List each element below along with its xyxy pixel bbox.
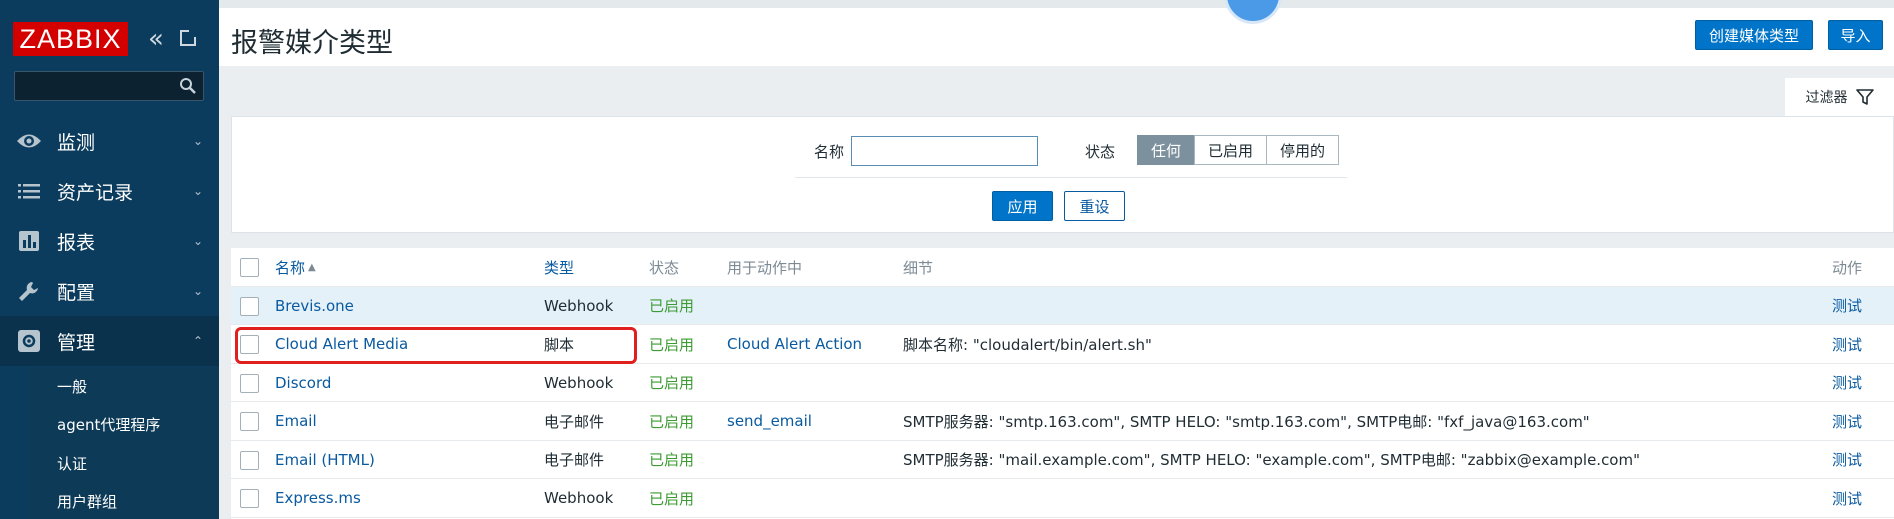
chevron-down-icon: ⌄ xyxy=(192,234,203,248)
media-type-details: SMTP服务器: "mail.example.com", SMTP HELO: … xyxy=(903,451,1640,469)
row-checkbox[interactable] xyxy=(240,450,259,470)
media-type-name-link[interactable]: Email xyxy=(275,402,317,440)
media-type-name-link[interactable]: Brevis.one xyxy=(275,287,354,325)
gear-icon xyxy=(15,329,43,353)
filter-divider xyxy=(795,177,1347,178)
sidebar-search-input[interactable] xyxy=(14,71,204,101)
filter-tab-label: 过滤器 xyxy=(1805,90,1848,106)
status-option-any[interactable]: 任何 xyxy=(1137,135,1196,165)
column-header-action: 动作 xyxy=(1832,258,1863,277)
import-button[interactable]: 导入 xyxy=(1828,20,1883,50)
kiosk-mode-icon[interactable] xyxy=(180,30,196,46)
status-segmented-control: 任何 已启用 停用的 xyxy=(1137,135,1340,165)
media-type-name-link[interactable]: Email (HTML) xyxy=(275,441,375,479)
media-type-type: Webhook xyxy=(544,489,614,507)
used-in-action-link[interactable]: send_email xyxy=(727,402,812,440)
chevron-down-icon: ⌄ xyxy=(192,284,203,298)
list-icon xyxy=(15,179,43,203)
name-filter-label: 名称 xyxy=(814,143,845,161)
highlight-annotation-box xyxy=(235,327,637,364)
sort-ascending-icon: ▲ xyxy=(308,261,316,273)
submenu-item-authentication[interactable]: 认证 xyxy=(30,444,219,483)
nav-item-monitoring[interactable]: 监测 ⌄ xyxy=(0,116,219,166)
apply-button[interactable]: 应用 xyxy=(992,191,1053,221)
row-checkbox[interactable] xyxy=(240,489,259,508)
nav-label: 管理 xyxy=(57,331,96,354)
test-link[interactable]: 测试 xyxy=(1832,441,1862,479)
test-link[interactable]: 测试 xyxy=(1832,287,1862,325)
nav-item-configuration[interactable]: 配置 ⌄ xyxy=(0,266,219,316)
test-link[interactable]: 测试 xyxy=(1832,479,1862,517)
status-option-disabled[interactable]: 停用的 xyxy=(1266,135,1340,165)
submenu-item-user-groups[interactable]: 用户群组 xyxy=(30,483,219,519)
name-filter-input[interactable] xyxy=(851,136,1038,166)
submenu-item-general[interactable]: 一般 xyxy=(30,367,219,406)
page-title: 报警媒介类型 xyxy=(231,28,393,59)
row-checkbox[interactable] xyxy=(240,412,259,431)
nav-label: 资产记录 xyxy=(57,181,134,204)
table-row: Discord Webhook 已启用 测试 xyxy=(231,364,1894,402)
column-header-used-in-actions: 用于动作中 xyxy=(727,258,803,277)
page-header: 报警媒介类型 创建媒体类型 导入 xyxy=(219,0,1894,66)
status-option-enabled[interactable]: 已启用 xyxy=(1194,135,1268,165)
bar-chart-icon xyxy=(15,229,43,253)
chevron-up-icon: ⌃ xyxy=(192,334,203,348)
status-toggle-link[interactable]: 已启用 xyxy=(649,325,694,363)
table-row: Email (HTML) 电子邮件 已启用 SMTP服务器: "mail.exa… xyxy=(231,441,1894,479)
column-header-details: 细节 xyxy=(903,258,934,277)
zabbix-logo[interactable]: ZABBIX xyxy=(13,22,128,56)
filter-icon xyxy=(1855,89,1874,105)
nav-item-administration[interactable]: 管理 ⌃ xyxy=(0,316,219,366)
media-type-type: 电子邮件 xyxy=(544,451,605,469)
table-header-row: 名称 ▲ 类型 状态 用于动作中 细节 动作 xyxy=(231,248,1894,287)
chevron-down-icon: ⌄ xyxy=(192,134,203,148)
administration-submenu: 一般 agent代理程序 认证 用户群组 xyxy=(30,367,219,519)
status-toggle-link[interactable]: 已启用 xyxy=(649,402,694,440)
column-header-status: 状态 xyxy=(649,258,680,277)
media-type-details: 脚本名称: "cloudalert/bin/alert.sh" xyxy=(903,335,1152,354)
submenu-item-agent-proxies[interactable]: agent代理程序 xyxy=(30,406,219,445)
nav-label: 监测 xyxy=(57,131,96,154)
main-content: 报警媒介类型 创建媒体类型 导入 过滤器 名称 状态 任何 已启用 停用的 应用… xyxy=(219,0,1894,519)
used-in-action-link[interactable]: Cloud Alert Action xyxy=(727,325,862,363)
filter-tab[interactable]: 过滤器 xyxy=(1785,78,1894,116)
status-toggle-link[interactable]: 已启用 xyxy=(649,287,694,325)
table-row: Brevis.one Webhook 已启用 测试 xyxy=(231,286,1894,325)
nav-label: 报表 xyxy=(57,231,96,254)
table-row: Email 电子邮件 已启用 send_email SMTP服务器: "smtp… xyxy=(231,402,1894,441)
media-type-type: 电子邮件 xyxy=(544,412,605,431)
row-checkbox[interactable] xyxy=(240,296,259,316)
chevron-down-icon: ⌄ xyxy=(192,184,203,198)
eye-icon xyxy=(15,129,43,153)
status-toggle-link[interactable]: 已启用 xyxy=(649,441,694,479)
filter-panel: 名称 状态 任何 已启用 停用的 应用 重设 xyxy=(231,116,1894,233)
nav-item-reports[interactable]: 报表 ⌄ xyxy=(0,216,219,266)
media-types-table: 名称 ▲ 类型 状态 用于动作中 细节 动作 Brevis.one Webhoo… xyxy=(231,248,1894,519)
media-type-name-link[interactable]: Discord xyxy=(275,364,331,402)
status-toggle-link[interactable]: 已启用 xyxy=(649,479,694,517)
reset-button[interactable]: 重设 xyxy=(1064,191,1125,221)
media-type-details: SMTP服务器: "smtp.163.com", SMTP HELO: "smt… xyxy=(903,412,1590,431)
row-checkbox[interactable] xyxy=(240,373,259,393)
media-type-type: Webhook xyxy=(544,373,614,392)
media-type-name-link[interactable]: Express.ms xyxy=(275,479,361,517)
select-all-checkbox[interactable] xyxy=(240,258,259,277)
nav-label: 配置 xyxy=(57,281,96,304)
column-header-name[interactable]: 名称 ▲ xyxy=(275,248,316,286)
status-toggle-link[interactable]: 已启用 xyxy=(649,364,694,402)
status-filter-label: 状态 xyxy=(1085,143,1116,161)
column-header-name-label: 名称 xyxy=(275,258,306,277)
media-type-type: Webhook xyxy=(544,296,614,315)
nav-item-inventory[interactable]: 资产记录 ⌄ xyxy=(0,166,219,216)
wrench-icon xyxy=(15,279,43,303)
double-chevron-left-icon[interactable]: « xyxy=(148,26,164,52)
test-link[interactable]: 测试 xyxy=(1832,364,1862,402)
column-header-type[interactable]: 类型 xyxy=(544,248,574,286)
sidebar: ZABBIX « 监测 ⌄ 资产记录 ⌄ 报表 ⌄ 配置 ⌄ 管理 ⌃ 一般 a… xyxy=(0,0,219,519)
table-row: Express.ms Webhook 已启用 测试 xyxy=(231,479,1894,518)
search-icon[interactable] xyxy=(179,77,197,95)
test-link[interactable]: 测试 xyxy=(1832,402,1862,440)
test-link[interactable]: 测试 xyxy=(1832,325,1862,363)
create-media-type-button[interactable]: 创建媒体类型 xyxy=(1695,20,1813,50)
